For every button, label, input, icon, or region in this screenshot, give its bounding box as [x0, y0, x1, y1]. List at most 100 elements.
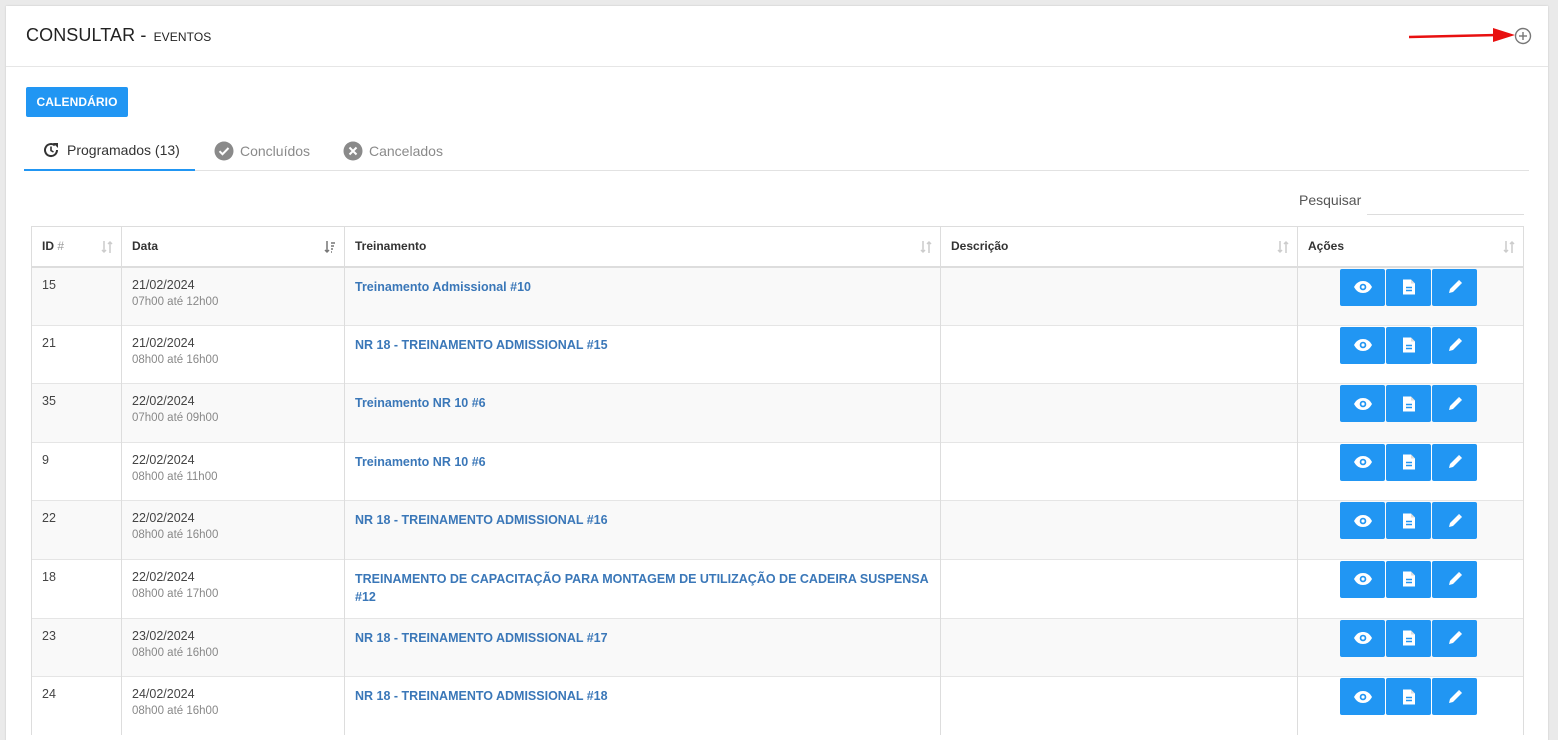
- cell-id: 18: [31, 558, 122, 619]
- column-header-id[interactable]: ID #: [31, 226, 122, 268]
- edit-button[interactable]: [1432, 443, 1477, 481]
- event-time: 08h00 até 16h00: [132, 353, 219, 366]
- view-button[interactable]: [1340, 560, 1385, 598]
- document-button[interactable]: [1386, 619, 1431, 657]
- check-circle-icon: [214, 141, 234, 161]
- view-button[interactable]: [1340, 385, 1385, 423]
- training-link[interactable]: NR 18 - TREINAMENTO ADMISSIONAL #16: [355, 513, 608, 527]
- event-date: 21/02/2024: [132, 277, 195, 292]
- cell-date: 24/02/2024 08h00 até 16h00: [121, 676, 345, 736]
- event-id: 21: [42, 335, 56, 350]
- cell-description: [940, 266, 1298, 326]
- training-link[interactable]: Treinamento Admissional #10: [355, 280, 531, 294]
- event-date: 23/02/2024: [132, 628, 195, 643]
- edit-button[interactable]: [1432, 502, 1477, 540]
- event-id: 35: [42, 394, 56, 409]
- document-button[interactable]: [1386, 443, 1431, 481]
- cell-description: [940, 441, 1298, 501]
- cell-description: [940, 383, 1298, 443]
- cell-description: [940, 558, 1298, 619]
- tab-label: Concluídos: [240, 143, 311, 159]
- table-row: 23 23/02/2024 08h00 até 16h00 NR 18 - TREIN…: [31, 617, 1524, 677]
- event-date: 22/02/2024: [132, 569, 195, 584]
- cell-training: Treinamento NR 10 #6: [344, 383, 941, 443]
- cell-description: [940, 676, 1298, 736]
- search-label: Pesquisar: [1299, 192, 1362, 208]
- cell-actions: [1297, 441, 1524, 501]
- table-row: 22 22/02/2024 08h00 até 16h00 NR 18 - TREIN…: [31, 500, 1524, 560]
- event-date: 24/02/2024: [132, 687, 195, 702]
- edit-button[interactable]: [1432, 678, 1477, 716]
- event-id: 9: [42, 452, 49, 467]
- column-header-descricao[interactable]: Descrição: [940, 226, 1298, 268]
- cell-id: 35: [31, 383, 122, 443]
- tab-programados[interactable]: Programados (13): [24, 131, 195, 171]
- card-header: CONSULTAR - EVENTOS: [6, 6, 1548, 67]
- view-button[interactable]: [1340, 619, 1385, 657]
- cell-date: 21/02/2024 08h00 até 16h00: [121, 324, 345, 384]
- view-button[interactable]: [1340, 502, 1385, 540]
- table-row: 15 21/02/2024 07h00 até 12h00 Treinamento A…: [31, 266, 1524, 326]
- view-button[interactable]: [1340, 268, 1385, 306]
- document-button[interactable]: [1386, 385, 1431, 423]
- column-header-acoes[interactable]: Ações: [1297, 226, 1524, 268]
- document-button[interactable]: [1386, 326, 1431, 364]
- cancel-circle-icon: [343, 141, 363, 161]
- training-link[interactable]: NR 18 - TREINAMENTO ADMISSIONAL #15: [355, 338, 608, 352]
- event-time: 07h00 até 09h00: [132, 412, 219, 425]
- cell-id: 21: [31, 324, 122, 384]
- tab-label: Cancelados: [369, 143, 443, 159]
- event-time: 08h00 até 16h00: [132, 646, 219, 659]
- event-id: 15: [42, 277, 56, 292]
- edit-button[interactable]: [1432, 326, 1477, 364]
- sort-icon: [1503, 240, 1515, 254]
- cell-date: 22/02/2024 07h00 até 09h00: [121, 383, 345, 443]
- cell-actions: [1297, 500, 1524, 560]
- tab-label: Programados (13): [67, 142, 180, 158]
- tab-concluidos[interactable]: Concluídos: [214, 131, 310, 171]
- cell-actions: [1297, 676, 1524, 736]
- edit-button[interactable]: [1432, 385, 1477, 423]
- training-link[interactable]: NR 18 - TREINAMENTO ADMISSIONAL #17: [355, 631, 608, 645]
- sort-icon: [101, 240, 113, 254]
- page-title-sub: EVENTOS: [153, 30, 212, 44]
- search-input[interactable]: [1367, 186, 1524, 215]
- document-button[interactable]: [1386, 560, 1431, 598]
- cell-actions: [1297, 617, 1524, 677]
- cell-description: [940, 324, 1298, 384]
- training-link[interactable]: Treinamento NR 10 #6: [355, 455, 486, 469]
- document-button[interactable]: [1386, 268, 1431, 306]
- event-id: 23: [42, 628, 56, 643]
- event-time: 08h00 até 11h00: [132, 470, 218, 483]
- event-time: 07h00 até 12h00: [132, 295, 219, 308]
- event-time: 08h00 até 16h00: [132, 529, 219, 542]
- cell-training: NR 18 - TREINAMENTO ADMISSIONAL #18: [344, 676, 941, 736]
- events-table: ID # Data Treinamento Descrição Ações 15…: [31, 226, 1524, 736]
- add-event-icon[interactable]: [1514, 27, 1532, 45]
- page-title-main: CONSULTAR -: [26, 25, 147, 45]
- table-row: 24 24/02/2024 08h00 até 16h00 NR 18 - TREIN…: [31, 676, 1524, 736]
- cell-training: NR 18 - TREINAMENTO ADMISSIONAL #16: [344, 500, 941, 560]
- view-button[interactable]: [1340, 326, 1385, 364]
- document-button[interactable]: [1386, 502, 1431, 540]
- training-link[interactable]: Treinamento NR 10 #6: [355, 396, 486, 410]
- calendar-button[interactable]: CALENDÁRIO: [26, 87, 128, 117]
- training-link[interactable]: TREINAMENTO DE CAPACITAÇÃO PARA MONTAGEM…: [355, 572, 928, 604]
- cell-date: 22/02/2024 08h00 até 17h00: [121, 558, 345, 619]
- tab-cancelados[interactable]: Cancelados: [343, 131, 443, 171]
- cell-actions: [1297, 324, 1524, 384]
- edit-button[interactable]: [1432, 560, 1477, 598]
- edit-button[interactable]: [1432, 268, 1477, 306]
- view-button[interactable]: [1340, 678, 1385, 716]
- annotation-arrow-icon: [1409, 28, 1515, 42]
- column-header-treinamento[interactable]: Treinamento: [344, 226, 941, 268]
- view-button[interactable]: [1340, 443, 1385, 481]
- table-row: 9 22/02/2024 08h00 até 11h00 Treinamento NR…: [31, 441, 1524, 501]
- status-tabs: Programados (13) Concluídos Cancelados: [24, 131, 1529, 171]
- page-title: CONSULTAR - EVENTOS: [26, 25, 211, 46]
- training-link[interactable]: NR 18 - TREINAMENTO ADMISSIONAL #18: [355, 689, 608, 703]
- edit-button[interactable]: [1432, 619, 1477, 657]
- cell-actions: [1297, 558, 1524, 619]
- document-button[interactable]: [1386, 678, 1431, 716]
- column-header-data[interactable]: Data: [121, 226, 345, 268]
